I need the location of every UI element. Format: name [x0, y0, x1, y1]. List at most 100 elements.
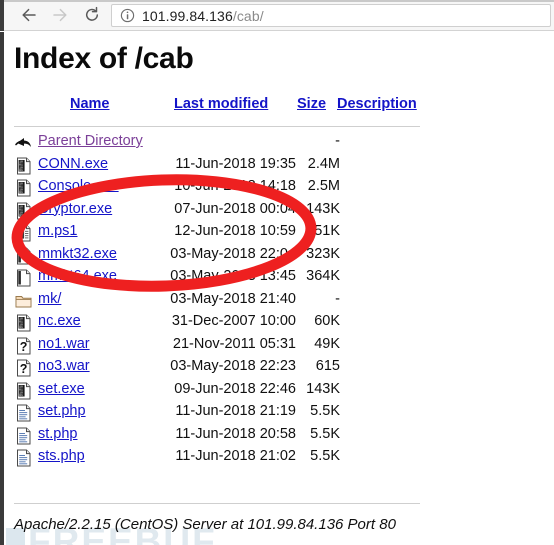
- file-link[interactable]: set.php: [38, 403, 86, 419]
- address-bar[interactable]: 101.99.84.136/cab/: [111, 4, 551, 27]
- file-link[interactable]: no1.war: [38, 336, 90, 352]
- column-header-size[interactable]: Size: [297, 96, 326, 112]
- file-date: 12-Jun-2018 10:59: [174, 223, 296, 239]
- file-size: 143K: [306, 380, 340, 397]
- listing-header-row: Name Last modified Size Description: [14, 96, 434, 122]
- svg-text:01: 01: [19, 213, 23, 217]
- svg-text:?: ?: [20, 362, 28, 376]
- file-size: 143K: [306, 200, 340, 217]
- reload-icon: [83, 6, 101, 24]
- file-date: 07-Jun-2018 00:04: [174, 200, 296, 217]
- file-size: 364K: [306, 268, 340, 284]
- file-size: 2.5M: [307, 178, 340, 194]
- file-link[interactable]: Parent Directory: [38, 133, 143, 149]
- text-file-icon: [14, 449, 34, 467]
- file-size: 2.4M: [307, 155, 340, 172]
- file-size: 60K: [314, 313, 340, 329]
- file-link[interactable]: nc.exe: [38, 313, 81, 329]
- footer-divider: [14, 503, 420, 504]
- file-date: 31-Dec-2007 10:00: [171, 313, 296, 329]
- browser-window: 101.99.84.136/cab/ Index of /cab Name La…: [0, 0, 554, 545]
- file-link[interactable]: m.ps1: [38, 223, 78, 239]
- table-row: set.php 11-Jun-2018 21:19 5.5K: [14, 402, 434, 425]
- file-link[interactable]: st.php: [38, 426, 78, 442]
- text-file-icon: [14, 427, 34, 445]
- svg-text:01: 01: [19, 393, 23, 397]
- question-file-icon: ?: [14, 359, 34, 377]
- reload-button[interactable]: [77, 1, 106, 30]
- file-size: 615: [315, 358, 340, 374]
- file-link[interactable]: mk/: [38, 291, 61, 307]
- file-size: -: [335, 290, 340, 307]
- binary-file-icon: 10 01 10 01: [14, 179, 34, 197]
- table-row: mmkt32.exe 03-May-2018 22:04 323K: [14, 245, 434, 268]
- listing-rows: Parent Directory -10 01 10 01 CONN.exe 11-Jun-…: [14, 132, 434, 470]
- file-size: 5.5K: [310, 403, 340, 419]
- file-date: 03-May-2018 13:45: [170, 268, 296, 284]
- svg-text:01: 01: [19, 168, 23, 172]
- question-file-icon: ?: [14, 337, 34, 355]
- table-row: mk/03-May-2018 21:40 -: [14, 290, 434, 313]
- chrome-top-edge: [0, 0, 554, 2]
- table-row: ? no1.war 21-Nov-2011 05:31 49K: [14, 335, 434, 358]
- directory-listing: Name Last modified Size Description Pare…: [14, 96, 434, 470]
- file-size: 323K: [306, 245, 340, 262]
- script-file-icon: [14, 224, 34, 242]
- file-date: 10-Jun-2018 14:18: [174, 178, 296, 194]
- file-date: 11-Jun-2018 19:35: [175, 155, 296, 172]
- file-size: -: [335, 133, 340, 149]
- unknown-file-icon: [14, 247, 34, 265]
- file-date: 11-Jun-2018 21:02: [175, 448, 296, 464]
- table-row: 10 01 10 01 nc.exe 31-Dec-2007 10:00 60K: [14, 312, 434, 335]
- forward-button[interactable]: [45, 1, 74, 30]
- binary-file-icon: 10 01 10 01: [14, 157, 34, 175]
- server-signature: Apache/2.2.15 (CentOS) Server at 101.99.…: [14, 516, 396, 533]
- text-file-icon: [14, 404, 34, 422]
- parent-directory-icon: [14, 134, 34, 152]
- file-link[interactable]: Cryptor.exe: [38, 201, 112, 217]
- chrome-left-edge: [0, 0, 4, 31]
- file-link[interactable]: mmkt64.exe: [38, 268, 117, 284]
- back-button[interactable]: [14, 1, 43, 30]
- column-header-description[interactable]: Description: [337, 96, 417, 112]
- table-row: mmkt64.exe 03-May-2018 13:45 364K: [14, 267, 434, 290]
- file-link[interactable]: no3.war: [38, 358, 90, 374]
- binary-file-icon: 10 01 10 01: [14, 202, 34, 220]
- url-host: 101.99.84.136: [142, 7, 233, 24]
- table-row: Parent Directory -: [14, 132, 434, 155]
- file-size: 651K: [306, 223, 340, 239]
- column-header-name[interactable]: Name: [70, 96, 110, 112]
- table-row: sts.php 11-Jun-2018 21:02 5.5K: [14, 447, 434, 470]
- file-date: 03-May-2018 22:23: [170, 358, 296, 374]
- svg-text:01: 01: [19, 190, 23, 194]
- column-header-last-modified[interactable]: Last modified: [174, 96, 268, 112]
- file-date: 03-May-2018 22:04: [170, 245, 296, 262]
- binary-file-icon: 10 01 10 01: [14, 382, 34, 400]
- file-date: 11-Jun-2018 20:58: [175, 425, 296, 442]
- file-date: 11-Jun-2018 21:19: [175, 403, 296, 419]
- file-link[interactable]: Console.exe: [38, 178, 119, 194]
- page-content: Index of /cab Name Last modified Size De…: [0, 32, 554, 545]
- file-date: 21-Nov-2011 05:31: [172, 335, 296, 352]
- back-arrow-icon: [20, 6, 38, 24]
- file-date: 09-Jun-2018 22:46: [174, 380, 296, 397]
- table-row: 10 01 10 01 CONN.exe 11-Jun-2018 19:35 2.4M: [14, 155, 434, 178]
- file-date: 03-May-2018 21:40: [170, 290, 296, 307]
- table-row: 10 01 10 01 set.exe 09-Jun-2018 22:46 143K: [14, 380, 434, 403]
- info-circle-icon[interactable]: [120, 8, 135, 23]
- file-link[interactable]: mmkt32.exe: [38, 246, 117, 262]
- header-divider: [14, 126, 420, 127]
- table-row: ? no3.war 03-May-2018 22:23 615: [14, 357, 434, 380]
- file-size: 5.5K: [310, 448, 340, 464]
- unknown-file-icon: [14, 269, 34, 287]
- url-text[interactable]: 101.99.84.136/cab/: [142, 8, 264, 24]
- url-path: /cab/: [232, 7, 264, 24]
- page-left-edge: [0, 32, 4, 545]
- file-link[interactable]: sts.php: [38, 448, 85, 464]
- binary-file-icon: 10 01 10 01: [14, 314, 34, 332]
- file-link[interactable]: CONN.exe: [38, 156, 108, 172]
- file-size: 49K: [314, 335, 340, 352]
- file-link[interactable]: set.exe: [38, 381, 85, 397]
- file-size: 5.5K: [310, 425, 340, 442]
- folder-icon: [14, 292, 34, 310]
